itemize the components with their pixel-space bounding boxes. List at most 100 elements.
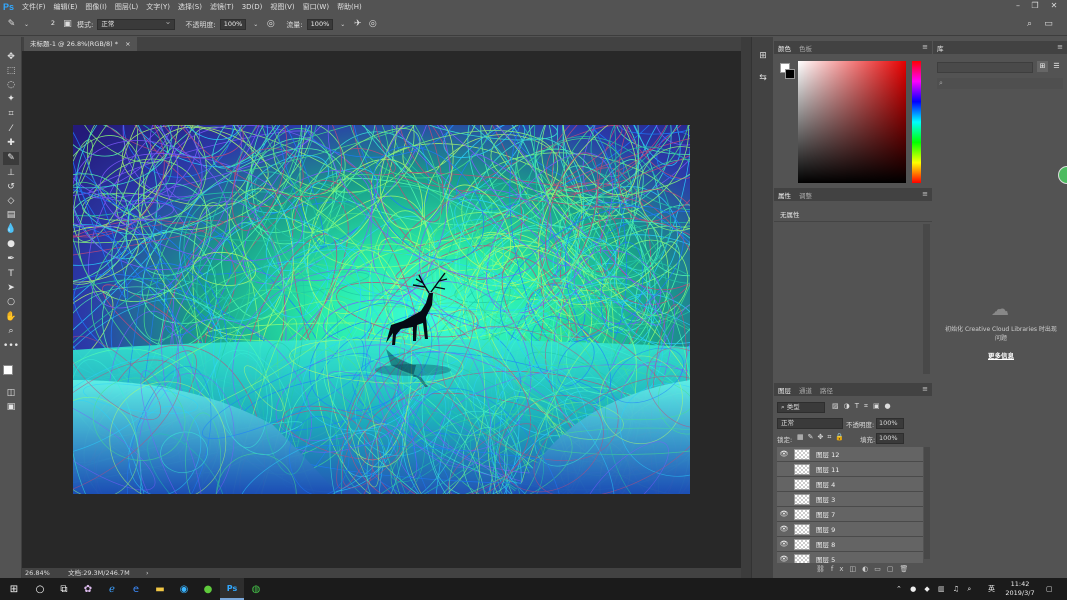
stamp-tool-icon[interactable]: ⊥ [3,167,19,180]
pinwheel-app-icon[interactable]: ✿ [76,578,100,600]
layer-row[interactable]: 👁 图层 8 [777,537,923,552]
green-badge-icon[interactable] [1058,166,1067,184]
photoshop-taskbar-icon[interactable]: Ps [220,578,244,600]
menu-type[interactable]: 文字(Y) [142,0,174,14]
hand-tool-icon[interactable]: ✋ [3,311,19,324]
layer-row[interactable]: 👁 图层 12 [777,447,923,462]
shape-tool-icon[interactable]: ○ [3,296,19,309]
visibility-eye-icon[interactable]: 👁 [777,555,791,563]
ime-indicator[interactable]: 英 [988,578,995,600]
quick-mask-icon[interactable]: ◫ [3,387,19,400]
path-select-icon[interactable]: ➤ [3,282,19,295]
zoom-level[interactable]: 26.84% [25,568,50,578]
menu-image[interactable]: 图像(I) [81,0,111,14]
layer-row[interactable]: 👁 图层 7 [777,507,923,522]
blend-mode-select[interactable]: 正常 [777,418,843,429]
layer-name[interactable]: 图层 7 [816,509,835,519]
actions-panel-icon[interactable]: ⇆ [756,71,770,85]
history-brush-icon[interactable]: ↺ [3,181,19,194]
panel-menu-icon[interactable]: ≡ [922,188,928,201]
list-view-icon[interactable]: ☰ [1051,61,1062,72]
lasso-tool-icon[interactable]: ◌ [3,79,19,92]
restore-icon[interactable]: ❐ [1027,0,1043,12]
menu-3d[interactable]: 3D(D) [238,0,267,14]
layer-opacity-field[interactable]: 100% [876,418,904,429]
close-icon[interactable]: × [125,40,130,48]
document-tab[interactable]: 未标题-1 @ 26.8%(RGB/8) * × [24,37,137,51]
menu-help[interactable]: 帮助(H) [333,0,366,14]
brush-size-field[interactable]: 2 [36,19,58,30]
layer-name[interactable]: 图层 3 [816,494,835,504]
menu-window[interactable]: 窗口(W) [299,0,333,14]
library-search-input[interactable]: ⌕ [937,78,1063,89]
panel-menu-icon[interactable]: ≡ [1057,41,1063,54]
visibility-eye-icon[interactable]: 👁 [777,510,791,518]
color-background-swatch[interactable] [785,69,795,79]
visibility-eye-icon[interactable]: 👁 [777,540,791,548]
360-app-icon[interactable]: ● [196,578,220,600]
panel-menu-icon[interactable]: ≡ [922,383,928,396]
zoom-tool-icon[interactable]: ⌕ [3,325,19,338]
layer-row[interactable]: 图层 4 [777,477,923,492]
layer-row[interactable]: 图层 3 [777,492,923,507]
tab-properties[interactable]: 属性 [778,190,791,200]
layer-name[interactable]: 图层 11 [816,464,839,474]
magic-wand-icon[interactable]: ✦ [3,93,19,106]
layer-name[interactable]: 图层 12 [816,449,839,459]
brush-tool-icon[interactable]: ✎ [6,19,17,30]
fill-field[interactable]: 100% [876,433,904,444]
layer-row[interactable]: 👁 图层 5 [777,552,923,563]
menu-layer[interactable]: 图层(L) [111,0,142,14]
menu-view[interactable]: 视图(V) [266,0,298,14]
search-icon[interactable]: ○ [28,578,52,600]
close-window-icon[interactable]: ✕ [1046,0,1062,12]
search-icon[interactable]: ⌕ [1024,19,1035,30]
dodge-tool-icon[interactable]: ● [3,238,19,251]
pressure-opacity-icon[interactable]: ◎ [265,19,276,30]
tab-layers[interactable]: 图层 [778,385,791,395]
chevron-down-icon[interactable]: ⌄ [21,19,32,30]
pen-tool-icon[interactable]: ✒ [3,253,19,266]
windows-start-icon[interactable]: ⊞ [0,578,28,600]
marquee-tool-icon[interactable]: ⬚ [3,65,19,78]
layer-row[interactable]: 👁 图层 9 [777,522,923,537]
layer-name[interactable]: 图层 9 [816,524,835,534]
grid-view-icon[interactable]: ⊞ [1037,61,1048,72]
foreground-color-swatch[interactable] [3,365,13,375]
wechat-icon[interactable]: ◍ [244,578,268,600]
hue-slider[interactable] [912,61,921,183]
layer-name[interactable]: 图层 5 [816,554,835,563]
brush-panel-icon[interactable]: ▣ [62,19,73,30]
properties-scrollbar[interactable] [923,224,930,374]
layer-row[interactable]: 图层 11 [777,462,923,477]
menu-select[interactable]: 选择(S) [174,0,206,14]
system-tray-icons[interactable]: ⌃ ● ◆ ▥ ♫ ⌕ [896,578,974,600]
chevron-down-icon[interactable]: ⌄ [250,19,261,30]
library-select[interactable] [937,62,1033,73]
visibility-eye-icon[interactable]: 👁 [777,450,791,458]
chevron-down-icon[interactable]: ⌄ [337,19,348,30]
notification-icon[interactable]: ▢ [1046,578,1053,600]
canvas-scrollbar[interactable] [741,37,751,578]
menu-file[interactable]: 文件(F) [18,0,50,14]
file-explorer-icon[interactable]: ▬ [148,578,172,600]
screen-mode-icon[interactable]: ▣ [3,401,19,414]
layer-name[interactable]: 图层 4 [816,479,835,489]
layer-filter-select[interactable]: ⌕ 类型 [777,402,825,413]
history-panel-icon[interactable]: ⊞ [756,49,770,63]
tab-channels[interactable]: 通道 [799,385,812,395]
tab-swatches[interactable]: 色板 [799,43,812,53]
move-tool-icon[interactable]: ✥ [3,51,19,64]
tab-adjustments[interactable]: 调整 [799,190,812,200]
layer-name[interactable]: 图层 8 [816,539,835,549]
tab-color[interactable]: 颜色 [778,43,791,53]
layers-scrollbar[interactable] [924,447,930,559]
layer-actions-icons[interactable]: ⛓fx◫◐▭▢🗑 [816,565,914,573]
flow-field[interactable]: 100% [306,19,334,30]
more-tools-icon[interactable]: ••• [3,340,19,353]
tab-paths[interactable]: 路径 [820,385,833,395]
minimize-icon[interactable]: – [1010,0,1026,12]
opacity-field[interactable]: 100% [219,19,247,30]
layer-filter-icons[interactable]: ▨◑T⌗▣● [832,402,896,411]
eraser-tool-icon[interactable]: ◇ [3,195,19,208]
